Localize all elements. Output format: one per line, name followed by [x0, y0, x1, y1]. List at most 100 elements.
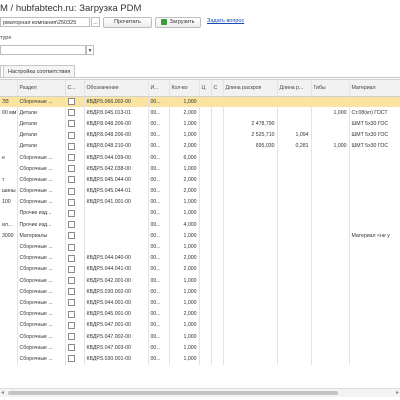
table-cell[interactable]	[0, 342, 18, 354]
table-cell[interactable]: Сборочные ...	[17, 297, 66, 309]
table-cell[interactable]: КВДР.5.044.039-00	[84, 151, 149, 164]
table-cell[interactable]: КВДР.5.030.002-00	[84, 286, 149, 298]
table-cell[interactable]: 695,030	[223, 140, 278, 152]
col-header-c[interactable]: Ц	[199, 80, 212, 97]
table-cell[interactable]	[211, 129, 224, 141]
table-cell[interactable]	[223, 163, 278, 175]
row-checkbox-cell[interactable]	[65, 196, 85, 208]
table-cell[interactable]: ШМТ 5х30 ГОС	[349, 140, 400, 152]
table-cell[interactable]	[311, 319, 350, 331]
table-cell[interactable]	[199, 319, 212, 331]
table-cell[interactable]	[211, 241, 224, 253]
row-checkbox[interactable]	[67, 176, 75, 184]
table-cell[interactable]	[0, 241, 18, 253]
table-cell[interactable]: Сборочные ...	[17, 151, 66, 164]
table-cell[interactable]	[311, 252, 350, 264]
row-checkbox[interactable]	[67, 142, 75, 150]
table-cell[interactable]	[349, 174, 400, 186]
row-checkbox[interactable]	[67, 265, 75, 273]
col-header-length-r[interactable]: Длина р...	[277, 80, 312, 97]
table-cell[interactable]: Ст.08(кп) ГОСТ	[349, 107, 400, 119]
table-cell[interactable]	[211, 140, 224, 152]
table-cell[interactable]: КВДР.5.041.001-00	[84, 196, 149, 208]
table-cell[interactable]: 00...	[148, 230, 170, 242]
table-cell[interactable]	[311, 297, 350, 309]
table-cell[interactable]: Сборочные ...	[17, 241, 66, 253]
table-cell[interactable]: ил...	[0, 219, 18, 231]
table-cell[interactable]	[223, 297, 278, 309]
row-checkbox-cell[interactable]	[65, 252, 85, 264]
table-cell[interactable]	[199, 140, 212, 152]
row-checkbox-cell[interactable]	[65, 151, 85, 164]
table-cell[interactable]: Материалы	[17, 230, 66, 242]
table-row[interactable]: Сборочные ... КВДР.5.044.001-00 00... 1,000	[0, 297, 400, 309]
table-cell[interactable]: 2 478,790	[223, 118, 278, 130]
table-row[interactable]: Сборочные ... КВДР.5.047.003-00 00... 1,000	[0, 342, 400, 354]
table-cell[interactable]	[277, 118, 312, 130]
table-cell[interactable]	[211, 219, 224, 231]
table-cell[interactable]: 00...	[148, 342, 170, 354]
table-row[interactable]: Детали КВДР.8.048.206-00 00... 1,000 2 525,7…	[0, 129, 400, 141]
table-cell[interactable]: КВДР.8.048.206-00	[84, 129, 149, 141]
table-cell[interactable]: 1,000	[169, 297, 200, 309]
table-cell[interactable]: Сборочные ...	[17, 96, 66, 108]
tab-mapping-settings[interactable]: Настройка соответствия	[3, 65, 76, 77]
row-checkbox[interactable]	[67, 310, 75, 318]
table-cell[interactable]	[311, 275, 350, 287]
table-cell[interactable]	[277, 275, 312, 287]
table-cell[interactable]: 1,000	[169, 275, 200, 287]
table-cell[interactable]: КВДР.5.030.001-00	[84, 353, 149, 365]
col-header-cut-length[interactable]: Длина раскроя	[223, 80, 278, 97]
row-checkbox-cell[interactable]	[65, 174, 85, 186]
table-cell[interactable]: КВДР.5.047.003-00	[84, 342, 149, 354]
table-cell[interactable]: 00...	[148, 174, 170, 186]
table-cell[interactable]: КВДР.8.045.013-01	[84, 107, 149, 119]
table-cell[interactable]: 00...	[148, 96, 170, 108]
table-cell[interactable]	[199, 230, 212, 242]
table-cell[interactable]: Сборочные ...	[17, 174, 66, 186]
table-cell[interactable]	[0, 308, 18, 320]
table-cell[interactable]	[0, 163, 18, 175]
table-cell[interactable]: 00...	[148, 263, 170, 275]
table-cell[interactable]	[311, 207, 350, 220]
table-cell[interactable]: Материал <не у	[349, 230, 400, 242]
table-cell[interactable]	[223, 219, 278, 231]
row-checkbox[interactable]	[67, 131, 75, 139]
table-cell[interactable]	[0, 118, 18, 130]
table-cell[interactable]: 1,000	[169, 196, 200, 208]
table-cell[interactable]: Детали	[17, 107, 66, 119]
table-cell[interactable]	[223, 353, 278, 365]
col-header-bends[interactable]: Гибы	[311, 80, 350, 97]
table-cell[interactable]	[311, 286, 350, 298]
table-cell[interactable]: 1,000	[169, 353, 200, 365]
row-checkbox[interactable]	[67, 355, 75, 363]
table-cell[interactable]	[277, 241, 312, 253]
table-cell[interactable]: 00...	[148, 252, 170, 264]
table-cell[interactable]	[199, 241, 212, 253]
row-checkbox-cell[interactable]	[65, 107, 85, 119]
table-cell[interactable]: 00...	[148, 140, 170, 152]
row-checkbox[interactable]	[67, 333, 75, 341]
table-cell[interactable]: шины	[0, 185, 18, 197]
row-checkbox[interactable]	[67, 165, 75, 173]
table-cell[interactable]: 1,000	[169, 241, 200, 253]
table-cell[interactable]: 6,000	[169, 151, 200, 164]
table-cell[interactable]	[223, 196, 278, 208]
table-cell[interactable]: 2,000	[169, 107, 200, 119]
table-cell[interactable]	[349, 151, 400, 164]
table-cell[interactable]: 00...	[148, 196, 170, 208]
table-cell[interactable]: Сборочные ...	[17, 196, 66, 208]
table-cell[interactable]: Сборочные ...	[17, 275, 66, 287]
table-row[interactable]: Детали КВДР.8.048.210-00 00... 2,000 695,030…	[0, 140, 400, 152]
table-cell[interactable]: КВДР.5.045.001-00	[84, 308, 149, 320]
row-checkbox[interactable]	[67, 277, 75, 285]
table-cell[interactable]: 00...	[148, 275, 170, 287]
table-cell[interactable]	[211, 286, 224, 298]
row-checkbox[interactable]	[67, 221, 75, 229]
table-cell[interactable]	[277, 219, 312, 231]
table-cell[interactable]	[311, 330, 350, 343]
table-cell[interactable]	[0, 330, 18, 343]
table-row[interactable]: 3000 Материалы 00... 1,000 Материал <не у	[0, 230, 400, 242]
table-cell[interactable]: Сборочные ...	[17, 286, 66, 298]
table-cell[interactable]: 0,281	[277, 140, 312, 152]
